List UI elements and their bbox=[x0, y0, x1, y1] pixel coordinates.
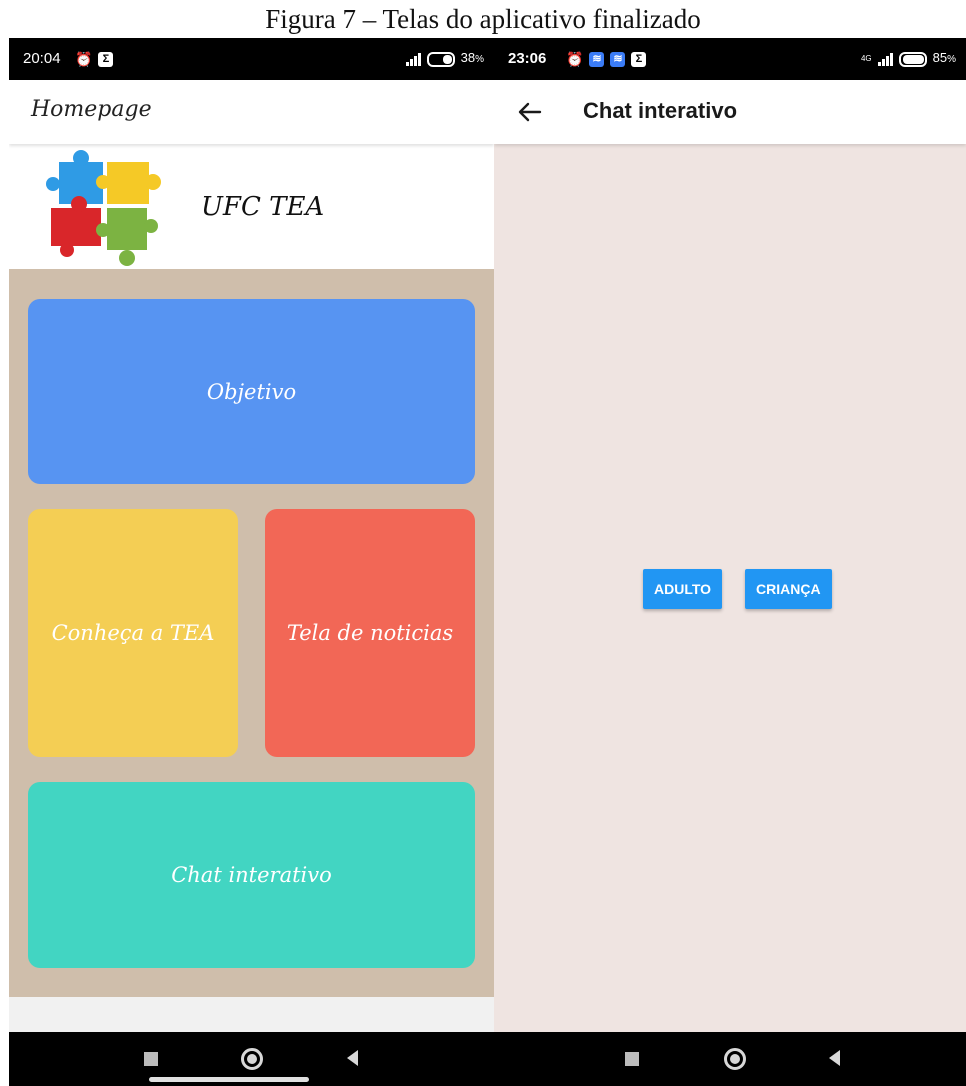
home-indicator[interactable] bbox=[149, 1077, 309, 1082]
sigma-icon: Σ bbox=[98, 51, 114, 67]
page-title: Homepage bbox=[31, 97, 152, 122]
puzzle-logo-icon bbox=[46, 150, 161, 266]
status-bar: 20:04 ⏰ Σ 38% bbox=[9, 38, 494, 80]
battery-unit: % bbox=[475, 54, 484, 65]
signal-icon bbox=[405, 52, 421, 66]
app-bar: Chat interativo bbox=[494, 80, 966, 144]
status-time: 20:04 bbox=[23, 50, 61, 67]
noticias-tile[interactable]: Tela de noticias bbox=[265, 509, 475, 757]
sigma-icon: Σ bbox=[631, 51, 647, 67]
menu-grid: Objetivo Conheça a TEA Tela de noticias … bbox=[9, 269, 494, 997]
alarm-off-icon: ⏰ bbox=[566, 51, 584, 67]
home-icon[interactable] bbox=[241, 1048, 263, 1070]
homepage-screen: 20:04 ⏰ Σ 38% Homepage UFC TEA Objetivo … bbox=[9, 38, 494, 1086]
status-right: 38% bbox=[405, 38, 484, 80]
signal-icon bbox=[877, 52, 893, 66]
app-notification-icon: ≋ bbox=[610, 51, 626, 67]
system-nav-bar bbox=[9, 1032, 494, 1086]
arrow-back-icon[interactable] bbox=[514, 96, 546, 128]
conheca-tea-tile[interactable]: Conheça a TEA bbox=[28, 509, 238, 757]
child-button[interactable]: CRIANÇA bbox=[745, 569, 832, 609]
alarm-off-icon: ⏰ bbox=[75, 51, 93, 67]
back-icon[interactable] bbox=[347, 1050, 358, 1066]
recent-apps-icon[interactable] bbox=[625, 1052, 639, 1066]
app-bar: Homepage bbox=[9, 80, 494, 144]
conheca-tea-label: Conheça a TEA bbox=[51, 621, 215, 645]
status-time: 23:06 bbox=[508, 50, 547, 67]
status-icons: ⏰ ≋ ≋ Σ bbox=[566, 38, 647, 80]
objetivo-tile[interactable]: Objetivo bbox=[28, 299, 475, 484]
back-icon[interactable] bbox=[829, 1050, 840, 1066]
battery-unit: % bbox=[947, 54, 956, 65]
chat-screen: 23:06 ⏰ ≋ ≋ Σ 4G 85% Chat interativo ADU… bbox=[494, 38, 966, 1086]
battery-icon bbox=[426, 51, 455, 67]
noticias-label: Tela de noticias bbox=[286, 621, 454, 645]
home-icon[interactable] bbox=[724, 1048, 746, 1070]
status-bar: 23:06 ⏰ ≋ ≋ Σ 4G 85% bbox=[494, 38, 966, 80]
chat-interativo-label: Chat interativo bbox=[171, 863, 332, 887]
objetivo-label: Objetivo bbox=[206, 379, 297, 404]
adult-button[interactable]: ADULTO bbox=[643, 569, 723, 609]
network-type: 4G bbox=[860, 54, 872, 63]
battery-level: 85 bbox=[932, 50, 948, 65]
recent-apps-icon[interactable] bbox=[144, 1052, 158, 1066]
chat-interativo-tile[interactable]: Chat interativo bbox=[28, 782, 475, 968]
status-icons: ⏰ Σ bbox=[75, 38, 114, 80]
system-nav-bar bbox=[494, 1032, 966, 1086]
app-notification-icon: ≋ bbox=[589, 51, 605, 67]
bottom-spacer bbox=[9, 997, 494, 1032]
app-brand: UFC TEA bbox=[201, 192, 325, 222]
battery-icon bbox=[898, 51, 927, 67]
header-banner: UFC TEA bbox=[9, 144, 494, 269]
battery-level: 38 bbox=[460, 50, 476, 65]
page-title: Chat interativo bbox=[583, 98, 738, 123]
status-right: 4G 85% bbox=[861, 38, 956, 80]
figure-caption: Figura 7 – Telas do aplicativo finalizad… bbox=[265, 4, 701, 34]
